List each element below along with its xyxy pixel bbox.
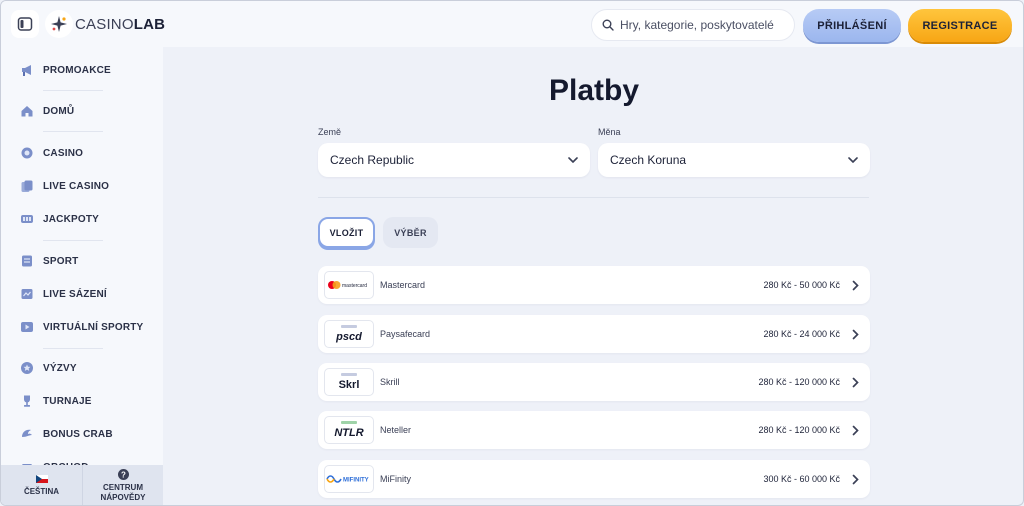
search-box[interactable] — [591, 9, 795, 41]
svg-text:mastercard: mastercard — [342, 283, 367, 289]
payment-method-name: Skrill — [380, 377, 400, 387]
top-header: CASINOLAB PŘIHLÁŠENÍ REGISTRACE — [1, 1, 1023, 47]
sidebar-divider — [43, 131, 103, 132]
logo-wordmark: CASINOLAB — [75, 15, 166, 33]
svg-text:Skrl: Skrl — [339, 379, 360, 391]
star-badge-icon — [20, 361, 34, 375]
payment-row-mastercard[interactable]: mastercard Mastercard 280 Kč - 50 000 Kč — [318, 266, 870, 304]
trophy-icon — [20, 394, 34, 408]
sidebar-item-casino[interactable]: CASINO — [1, 139, 163, 167]
chevron-down-icon — [568, 157, 578, 163]
search-icon — [602, 19, 614, 31]
sidebar-item-bonus-crab[interactable]: BONUS CRAB — [1, 420, 163, 448]
payment-method-name: Neteller — [380, 425, 412, 435]
mifinity-logo: MIFINITY — [324, 465, 374, 493]
sidebar-item-turnaje[interactable]: TURNAJE — [1, 387, 163, 415]
currency-select[interactable]: Czech Koruna — [598, 143, 870, 177]
megaphone-icon — [20, 63, 34, 77]
chevron-right-icon — [849, 423, 861, 437]
sidebar-divider — [43, 348, 103, 349]
chevron-right-icon — [849, 327, 861, 341]
czech-flag-icon — [35, 475, 48, 483]
currency-label: Měna — [598, 127, 621, 137]
home-icon — [20, 104, 34, 118]
payment-row-paysafecard[interactable]: pscd Paysafecard 280 Kč - 24 000 Kč — [318, 315, 870, 353]
tab-vlozit[interactable]: VLOŽIT — [318, 217, 375, 248]
main-content: Platby Země Czech Republic Měna Czech Ko… — [163, 47, 1023, 505]
sidebar-divider — [43, 240, 103, 241]
casinolab-logo[interactable]: CASINOLAB — [45, 10, 165, 38]
sidebar-item-live-sazeni[interactable]: LIVE SÁZENÍ — [1, 280, 163, 308]
logo-star-icon — [45, 10, 73, 38]
sidebar-item-domu[interactable]: DOMŮ — [1, 97, 163, 125]
sidebar-toggle-button[interactable] — [11, 10, 39, 38]
ticket-icon — [20, 254, 34, 268]
svg-text:?: ? — [121, 470, 126, 479]
chevron-down-icon — [848, 157, 858, 163]
login-button[interactable]: PŘIHLÁŠENÍ — [803, 9, 901, 42]
svg-text:NTLR: NTLR — [334, 427, 363, 439]
sidebar-item-virtualni-sporty[interactable]: VIRTUÁLNÍ SPORTY — [1, 313, 163, 341]
paysafecard-logo: pscd — [324, 320, 374, 348]
chip-icon — [20, 146, 34, 160]
cards-icon — [20, 179, 34, 193]
live-bet-icon — [20, 287, 34, 301]
help-icon: ? — [117, 469, 129, 480]
mastercard-logo: mastercard — [324, 271, 374, 299]
svg-text:MIFINITY: MIFINITY — [343, 478, 369, 484]
tab-vyber[interactable]: VÝBĚR — [383, 217, 438, 248]
payment-limit-range: 280 Kč - 120 000 Kč — [758, 377, 840, 387]
svg-text:pscd: pscd — [335, 331, 362, 343]
play-screen-icon — [20, 320, 34, 334]
app-window: CASINOLAB PŘIHLÁŠENÍ REGISTRACE PROMOAKC… — [0, 0, 1024, 506]
slot-icon — [20, 212, 34, 226]
country-value: Czech Republic — [330, 153, 415, 167]
payment-limit-range: 280 Kč - 120 000 Kč — [758, 425, 840, 435]
sidebar-divider — [43, 90, 103, 91]
payment-row-neteller[interactable]: NTLR Neteller 280 Kč - 120 000 Kč — [318, 411, 870, 449]
payment-row-mifinity[interactable]: MIFINITY MiFinity 300 Kč - 60 000 Kč — [318, 460, 870, 498]
sidebar-item-jackpoty[interactable]: JACKPOTY — [1, 205, 163, 233]
payment-method-name: MiFinity — [380, 474, 411, 484]
currency-value: Czech Koruna — [610, 153, 687, 167]
page-title: Platby — [548, 74, 640, 107]
search-input[interactable] — [620, 18, 790, 32]
sidebar-item-vyzvy[interactable]: VÝZVY — [1, 354, 163, 382]
payment-limit-range: 280 Kč - 24 000 Kč — [763, 329, 840, 339]
sidebar-item-promoakce[interactable]: PROMOAKCE — [1, 56, 163, 84]
sidebar-footer: ČEŠTINA ? CENTRUM NÁPOVĚDY — [1, 465, 163, 505]
sidebar-item-sport[interactable]: SPORT — [1, 247, 163, 275]
section-divider — [318, 197, 869, 198]
payment-limit-range: 280 Kč - 50 000 Kč — [763, 280, 840, 290]
payment-method-name: Paysafecard — [380, 329, 431, 339]
sidebar-item-live-casino[interactable]: LIVE CASINO — [1, 172, 163, 200]
sidebar-toggle-icon — [17, 17, 33, 31]
help-center-link[interactable]: ? CENTRUM NÁPOVĚDY — [82, 465, 163, 505]
payment-method-name: Mastercard — [380, 280, 426, 290]
country-select[interactable]: Czech Republic — [318, 143, 590, 177]
chevron-right-icon — [849, 278, 861, 292]
neteller-logo: NTLR — [324, 416, 374, 444]
crab-claw-icon — [20, 427, 34, 441]
sidebar: PROMOAKCE DOMŮ CASINO LIVE CASINO JACKPO… — [1, 47, 163, 505]
country-label: Země — [318, 127, 342, 137]
payment-row-skrill[interactable]: Skrl Skrill 280 Kč - 120 000 Kč — [318, 363, 870, 401]
language-selector[interactable]: ČEŠTINA — [1, 465, 82, 505]
chevron-right-icon — [849, 375, 861, 389]
skrill-logo: Skrl — [324, 368, 374, 396]
chevron-right-icon — [849, 472, 861, 486]
payment-limit-range: 300 Kč - 60 000 Kč — [763, 474, 840, 484]
register-button[interactable]: REGISTRACE — [908, 9, 1012, 42]
